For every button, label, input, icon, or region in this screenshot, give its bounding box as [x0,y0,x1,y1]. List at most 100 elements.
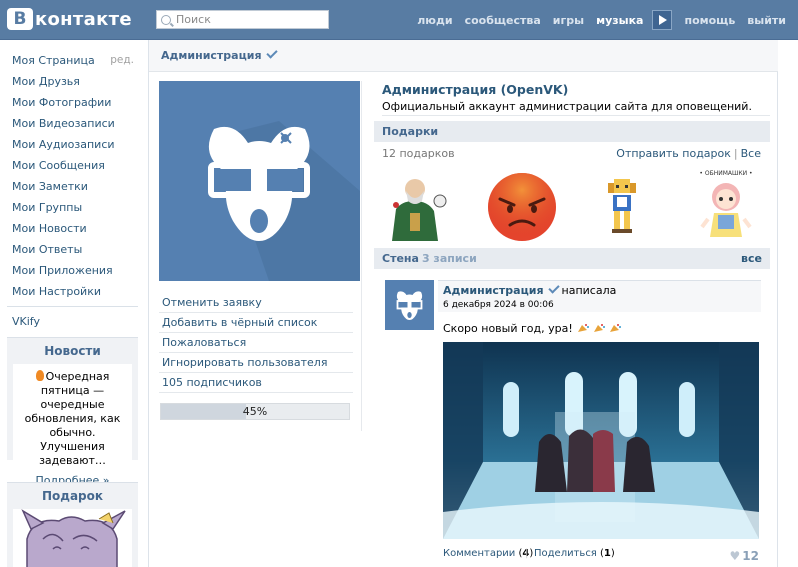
menu-link-audios[interactable]: Мои Аудиозаписи [12,138,115,151]
heart-icon: ♥ [729,549,741,563]
news-box-body: Очередная пятница — очередные обновления… [13,364,132,487]
post-footer: Комментарии (4) | Поделиться (1) ♥ 12 [443,548,763,564]
share-link[interactable]: Поделиться (1) [534,548,615,559]
post-action-text: написала [561,284,617,297]
ignore-user-link[interactable]: Игнорировать пользователя [159,353,353,373]
news-box-title: Новости [44,344,101,358]
menu-item-vkify: VKify [0,311,148,332]
share-label[interactable]: Поделиться [534,548,597,559]
post-author-avatar[interactable] [385,280,434,330]
menu-divider [7,306,138,307]
wall-section-header[interactable]: Стена 3 записи все [374,248,770,269]
gifts-summary: 12 подарков Отправить подарок | Все [374,144,770,164]
post-author-name[interactable]: Администрация [443,284,544,297]
nav-help[interactable]: помощь [684,14,735,27]
menu-item-settings: Мои Настройки [0,281,148,302]
gift-angry-face-icon[interactable] [488,173,556,241]
play-button[interactable] [652,10,673,30]
menu-link-notes[interactable]: Мои Заметки [12,180,88,193]
send-gift-link[interactable]: Отправить подарок [616,147,731,160]
followers-link[interactable]: 105 подписчиков [159,373,353,393]
likes-count: 12 [742,549,759,563]
gift-old-man-icon[interactable] [392,179,447,241]
menu-item-audios: Мои Аудиозаписи [0,134,148,155]
nav-logout[interactable]: выйти [747,14,786,27]
profile-avatar[interactable] [159,81,360,281]
anime-girl-gift-icon [13,509,132,567]
menu-item-replies: Мои Ответы [0,239,148,260]
menu-item-videos: Мои Видеозаписи [0,113,148,134]
gifts-list: • ОБНИМАШКИ • [374,167,770,245]
gift-box-image[interactable] [13,509,132,567]
menu-item-notes: Мои Заметки [0,176,148,197]
profile-actions: Отменить заявку Добавить в чёрный список… [159,293,353,393]
party-popper-icon [577,324,589,332]
page-title-text: Администрация [161,49,262,62]
page-title: Администрация [161,47,278,62]
main-content: Администрация Отменить заявку Добавить в… [148,40,778,567]
post-date[interactable]: 6 декабря 2024 в 00:06 [443,300,554,310]
page-header: Администрация [149,40,778,72]
vk-logo-icon: В [7,8,33,30]
menu-link-news[interactable]: Мои Новости [12,222,87,235]
nav-games[interactable]: игры [553,14,584,27]
menu-link-apps[interactable]: Мои Приложения [12,264,113,277]
gifts-links-separator: | [733,147,738,160]
news-box: Новости Очередная пятница — очередные об… [7,337,138,487]
menu-link-replies[interactable]: Мои Ответы [12,243,82,256]
menu-link-messages[interactable]: Мои Сообщения [12,159,105,172]
wall-all-link[interactable]: все [741,248,762,269]
menu-item-apps: Мои Приложения [0,260,148,281]
menu-item-news: Мои Новости [0,218,148,239]
comments-label[interactable]: Комментарии [443,548,515,559]
nav-communities[interactable]: сообщества [465,14,541,27]
nav-people[interactable]: люди [417,14,452,27]
cancel-request-link[interactable]: Отменить заявку [159,293,353,313]
profile-name: Администрация (OpenVK) [382,82,569,97]
post-header: Администрация написала 6 декабря 2024 в 0… [438,280,761,312]
gift-caption-text: • ОБНИМАШКИ • [699,170,752,177]
menu-link-settings[interactable]: Мои Настройки [12,285,101,298]
verified-icon [265,47,278,59]
share-count: 1 [603,548,611,559]
edit-link[interactable]: ред. [110,50,134,71]
openvk-dog-logo-icon [159,81,360,281]
vk-logo-text: контакте [35,8,132,30]
wall-section-title: Стена [382,252,419,265]
all-gifts-link[interactable]: Все [741,147,761,160]
menu-item-my-page: Моя Страница ред. [0,50,148,71]
menu-item-groups: Мои Группы [0,197,148,218]
gift-pixel-dog-icon[interactable] [608,179,636,233]
like-button[interactable]: ♥ 12 [730,549,759,563]
search-box[interactable] [156,10,329,29]
party-popper-icon [609,324,621,332]
profile-info: Администрация (OpenVK) Официальный аккау… [382,82,770,116]
menu-item-photos: Мои Фотографии [0,92,148,113]
search-input[interactable] [176,13,316,26]
gifts-section-header[interactable]: Подарки [374,121,770,142]
vk-logo[interactable]: В контакте [7,7,132,31]
play-icon [659,15,668,25]
comments-link[interactable]: Комментарии (4) [443,548,533,559]
gift-box-title: Подарок [41,489,104,503]
gifts-strip: • ОБНИМАШКИ • [392,170,753,241]
report-link[interactable]: Пожаловаться [159,333,353,353]
news-text: Очередная пятница — очередные обновления… [24,370,121,467]
post-image[interactable] [443,342,759,539]
menu-link-videos[interactable]: Мои Видеозаписи [12,117,115,130]
top-nav: люди сообщества игры музыка помощь выйти [405,0,786,40]
menu-link-my-page[interactable]: Моя Страница [12,54,95,67]
menu-link-groups[interactable]: Мои Группы [12,201,82,214]
gifts-section-title: Подарки [382,125,439,138]
frozen-hall-image [443,342,759,539]
nav-music[interactable]: музыка [596,14,643,27]
gifts-count: 12 подарков [382,147,455,160]
menu-link-vkify[interactable]: VKify [12,315,40,328]
gift-anime-girl-icon[interactable]: • ОБНИМАШКИ • [699,170,753,237]
openvk-dog-small-icon [385,280,434,330]
menu-link-friends[interactable]: Мои Друзья [12,75,80,88]
blacklist-link[interactable]: Добавить в чёрный список [159,313,353,333]
profile-status: Официальный аккаунт администрации сайта … [382,100,770,116]
menu-link-photos[interactable]: Мои Фотографии [12,96,111,109]
party-popper-icon [593,324,605,332]
